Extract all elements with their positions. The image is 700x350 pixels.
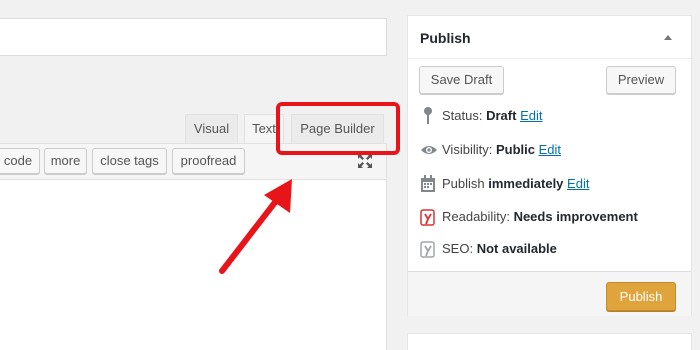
next-postbox: [407, 333, 692, 350]
visibility-value: Public: [495, 142, 535, 157]
readability-value: Needs improvement: [513, 209, 638, 224]
eye-icon: [421, 146, 437, 154]
seo-label: SEO:: [442, 241, 474, 256]
save-draft-button[interactable]: Save Draft: [419, 66, 504, 94]
quicktag-more-button[interactable]: more: [44, 148, 87, 174]
status-label: Status:: [442, 108, 483, 123]
tab-visual[interactable]: Visual: [185, 114, 238, 143]
status-value: Draft: [486, 108, 517, 123]
major-publishing-actions: Publish: [408, 271, 691, 316]
quicktag-proofread-button[interactable]: proofread: [172, 148, 245, 174]
publish-box: Publish Save Draft Preview Status: Draft…: [407, 15, 692, 316]
status-edit-link[interactable]: Edit: [520, 108, 542, 123]
visibility-edit-link[interactable]: Edit: [539, 142, 561, 157]
annotation-arrow-icon: [219, 179, 292, 274]
publish-box-header[interactable]: Publish: [408, 16, 691, 59]
schedule-edit-link[interactable]: Edit: [567, 176, 589, 191]
quicktag-code-button[interactable]: code: [0, 148, 40, 174]
schedule-label: Publish: [442, 176, 485, 191]
visibility-label: Visibility:: [442, 142, 493, 157]
yoast-red-icon: [420, 209, 435, 226]
triangle-up-icon[interactable]: [663, 33, 673, 43]
preview-button[interactable]: Preview: [606, 66, 676, 94]
readability-label: Readability:: [442, 209, 510, 224]
seo-value: Not available: [476, 241, 557, 256]
quicktag-close-tags-button[interactable]: close tags: [92, 148, 167, 174]
pin-icon: [424, 107, 432, 124]
annotation-highlight-box: [276, 102, 400, 155]
calendar-icon: [421, 175, 435, 192]
publish-button[interactable]: Publish: [606, 282, 676, 311]
editor-textarea[interactable]: [0, 179, 387, 350]
yoast-gray-icon: [420, 241, 435, 258]
publish-box-title: Publish: [420, 30, 471, 46]
schedule-value: immediately: [488, 176, 564, 191]
post-title-input[interactable]: [0, 18, 387, 56]
